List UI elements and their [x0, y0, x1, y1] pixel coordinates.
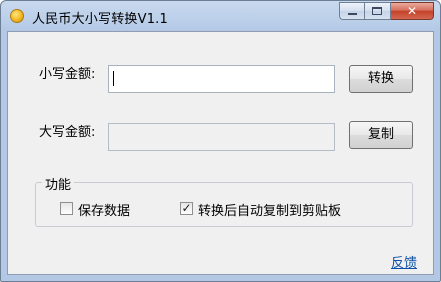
maximize-icon — [372, 7, 382, 15]
lowercase-amount-label: 小写金额: — [39, 67, 96, 82]
save-data-label[interactable]: 保存数据 — [78, 200, 130, 219]
minimize-icon — [348, 13, 357, 15]
copy-button[interactable]: 复制 — [349, 121, 413, 149]
feedback-link[interactable]: 反馈 — [391, 252, 417, 271]
title-bar[interactable]: 人民币大小写转换V1.1 ✕ — [1, 1, 440, 31]
minimize-button[interactable] — [339, 2, 365, 20]
window-controls: ✕ — [339, 2, 434, 21]
convert-button[interactable]: 转换 — [349, 65, 413, 93]
auto-copy-checkbox[interactable]: ✓ — [180, 201, 193, 215]
close-button[interactable]: ✕ — [391, 2, 434, 20]
maximize-button[interactable] — [365, 2, 391, 20]
window-title: 人民币大小写转换V1.1 — [32, 12, 168, 27]
save-data-checkbox[interactable] — [60, 202, 73, 215]
close-icon: ✕ — [406, 4, 418, 18]
client-area: 小写金额: 转换 大写金额: 复制 功能 保存数据 ✓ 转换后自动复制到剪贴板 … — [7, 31, 434, 275]
coin-icon — [10, 9, 24, 23]
uppercase-amount-output — [108, 123, 335, 151]
functions-group-title: 功能 — [42, 174, 75, 193]
uppercase-amount-label: 大写金额: — [39, 125, 96, 140]
auto-copy-label[interactable]: 转换后自动复制到剪贴板 — [198, 200, 341, 219]
lowercase-amount-input[interactable] — [108, 65, 335, 93]
auto-copy-checkmark: ✓ — [181, 201, 192, 215]
text-caret — [113, 71, 114, 86]
app-window: 人民币大小写转换V1.1 ✕ 小写金额: 转换 大写金额: 复制 功能 保存数据… — [0, 0, 441, 282]
